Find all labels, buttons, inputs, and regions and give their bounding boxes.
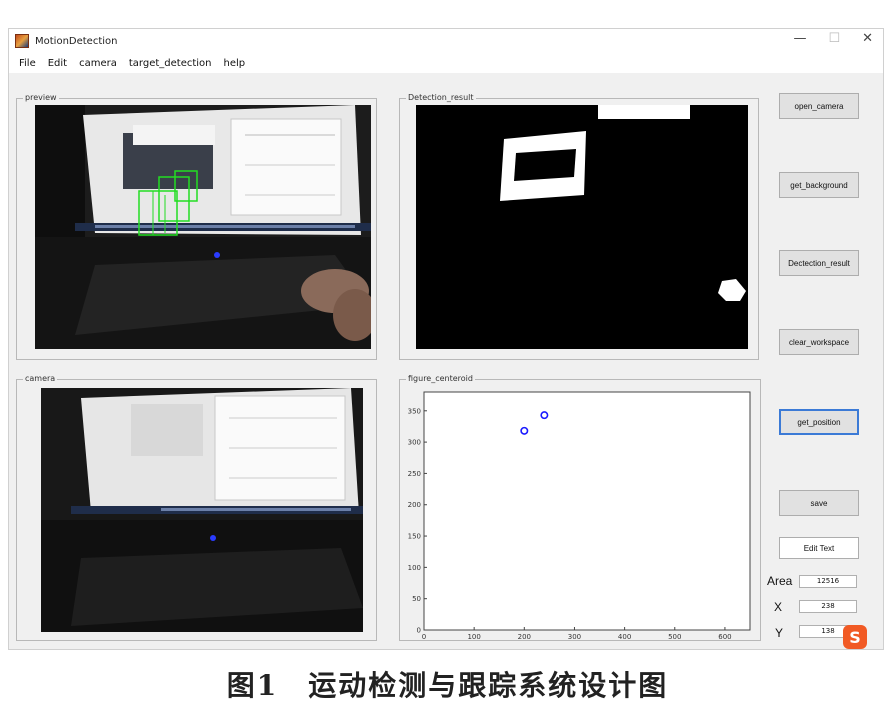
preview-video-frame [35,105,371,349]
area-label: Area [767,574,793,588]
y-tick-label: 250 [408,470,421,478]
maximize-button[interactable]: ☐ [828,31,840,46]
clear-workspace-button[interactable]: clear_workspace [779,329,859,355]
menu-help[interactable]: help [224,58,246,69]
camera-video-frame [41,388,363,632]
menu-bar: File Edit camera target_detection help [9,53,883,73]
menu-camera[interactable]: camera [79,58,117,69]
area-value-field[interactable]: 12516 [799,575,857,588]
y-tick-label: 100 [408,564,421,572]
window-controls: — ☐ ✕ [793,31,873,46]
centroid-plot-area: 0 100 200 300 400 500 600 0 50 100 150 200 250 300 350 [400,386,762,642]
centroid-figure-panel: figure_centeroid 0 100 200 300 400 500 600 0 50 1… [399,373,762,642]
y-tick-label: 200 [408,501,421,509]
window-title: MotionDetection [35,35,118,47]
y-tick-label: 150 [408,533,421,541]
get-position-button[interactable]: get_position [779,409,859,435]
y-tick-label: 50 [412,595,421,603]
menu-file[interactable]: File [19,58,36,69]
matlab-app-icon [15,34,29,48]
y-label: Y [775,626,784,640]
sogou-logo-icon: S [843,625,867,649]
figure-caption: 图1 运动检测与跟踪系统设计图 [226,669,669,702]
camera-panel-title: camera [23,373,58,385]
camera-video [41,388,363,632]
x-tick-label: 600 [718,633,731,641]
close-button[interactable]: ✕ [862,31,873,46]
preview-video [35,105,371,349]
edit-text-field[interactable]: Edit Text [779,537,859,559]
preview-panel: preview [16,92,377,360]
detection-result-panel-title: Detection_result [406,92,476,104]
x-value-field[interactable]: 238 [799,600,857,613]
x-tick-label: 0 [422,633,426,641]
detection-result-button[interactable]: Dectection_result [779,250,859,276]
plot-axes-box [423,391,751,631]
x-tick-label: 300 [568,633,581,641]
save-button[interactable]: save [779,490,859,516]
menu-edit[interactable]: Edit [48,58,67,69]
x-tick-label: 500 [668,633,681,641]
centroid-figure-panel-title: figure_centeroid [406,373,475,385]
camera-panel: camera [16,373,377,641]
y-tick-label: 0 [417,627,421,635]
get-background-button[interactable]: get_background [779,172,859,198]
centroid-scatter-chart[interactable]: 0 100 200 300 400 500 600 0 50 100 150 200 250 300 350 [400,386,762,642]
app-window: MotionDetection — ☐ ✕ File Edit camera t… [8,28,884,650]
y-tick-label: 350 [408,407,421,415]
detection-mask-image [416,105,748,349]
minimize-button[interactable]: — [793,31,806,46]
detection-result-panel: Detection_result [399,92,759,360]
open-camera-button[interactable]: open_camera [779,93,859,119]
preview-panel-title: preview [23,92,59,104]
x-tick-label: 100 [467,633,480,641]
title-bar[interactable]: MotionDetection — ☐ ✕ [9,29,883,53]
x-label: X [774,600,783,614]
x-tick-label: 400 [618,633,631,641]
y-tick-label: 300 [408,439,421,447]
menu-target-detection[interactable]: target_detection [129,58,212,69]
detection-mask [416,105,748,349]
x-tick-label: 200 [518,633,531,641]
